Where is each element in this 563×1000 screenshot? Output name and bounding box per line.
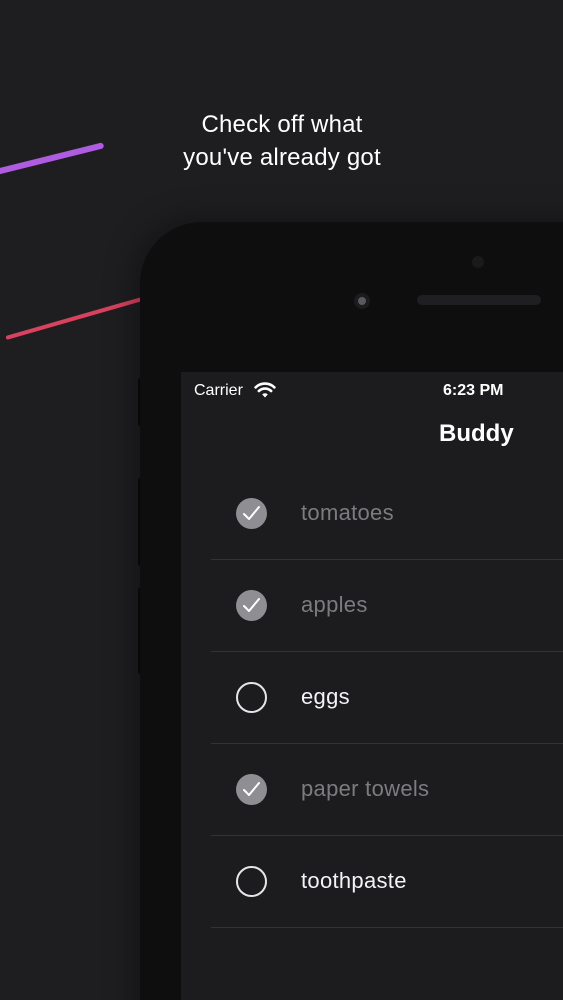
proximity-sensor — [472, 256, 484, 268]
unchecked-circle-icon[interactable] — [236, 866, 267, 897]
checked-circle-icon[interactable] — [236, 774, 267, 805]
phone-screen: Carrier 6:23 PM Buddy tomatoes apples eggs… — [181, 372, 563, 1000]
headline-line-1: Check off what — [201, 111, 363, 138]
list-item-label: tomatoes — [301, 500, 394, 525]
list-item[interactable]: paper towels — [211, 744, 563, 836]
shopping-list: tomatoes apples eggs paper towels toothpaste — [211, 468, 563, 928]
list-item-label: toothpaste — [301, 868, 407, 893]
promo-page: Check off what you've already got Carrie… — [0, 0, 563, 1000]
headline-line-2: you've already got — [183, 144, 381, 171]
list-item[interactable]: apples — [211, 560, 563, 652]
list-item[interactable]: tomatoes — [211, 468, 563, 560]
nav-title: Buddy — [439, 420, 514, 447]
carrier-label: Carrier — [194, 382, 243, 399]
decorative-red-stroke — [5, 296, 144, 340]
list-item-label: paper towels — [301, 776, 430, 801]
checked-circle-icon[interactable] — [236, 498, 267, 529]
list-item-label: eggs — [301, 684, 350, 709]
list-item[interactable]: toothpaste — [211, 836, 563, 928]
headline: Check off what you've already got — [100, 108, 464, 174]
status-time: 6:23 PM — [443, 382, 504, 399]
earpiece-speaker — [417, 295, 541, 305]
wifi-icon — [254, 381, 276, 399]
front-camera — [354, 293, 370, 309]
unchecked-circle-icon[interactable] — [236, 682, 267, 713]
list-item-label: apples — [301, 592, 368, 617]
checked-circle-icon[interactable] — [236, 590, 267, 621]
status-bar: Carrier 6:23 PM — [181, 372, 563, 408]
decorative-purple-stroke — [0, 142, 105, 184]
list-item[interactable]: eggs — [211, 652, 563, 744]
